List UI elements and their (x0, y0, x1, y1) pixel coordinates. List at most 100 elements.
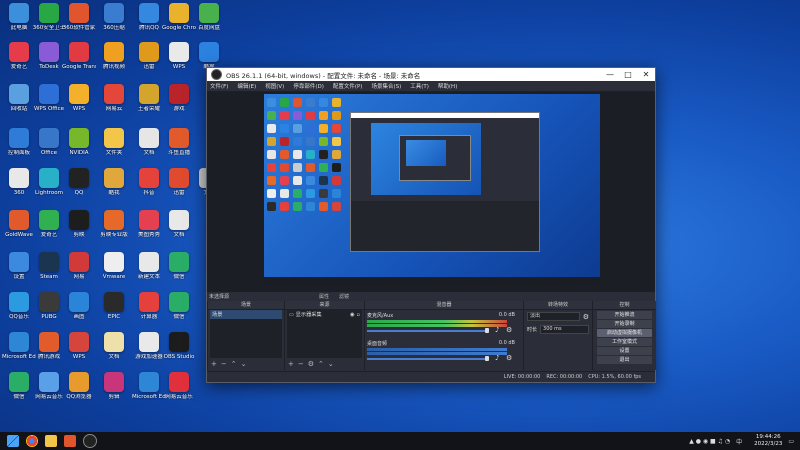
desktop-icon[interactable]: 控制面板 (4, 128, 34, 166)
exit-button[interactable]: 退出 (597, 356, 652, 364)
desktop-icon[interactable]: Google Chrome (162, 3, 196, 41)
desktop-icon[interactable]: QQ (64, 168, 94, 206)
desktop-icon[interactable]: 微信 (164, 292, 194, 330)
start-icon[interactable] (7, 435, 19, 447)
desktop-icon[interactable]: 360压缩 (99, 3, 129, 41)
remove-source-icon[interactable]: − (298, 360, 304, 368)
language-indicator[interactable]: 中 (736, 437, 742, 446)
lock-icon[interactable]: ▫ (356, 312, 360, 318)
desktop-icon[interactable]: 画图 (64, 292, 94, 330)
desktop-icon[interactable]: 微信 (164, 252, 194, 290)
chrome-icon[interactable] (26, 435, 38, 447)
move-down-icon[interactable]: ⌄ (241, 360, 247, 368)
desktop-icon[interactable]: Lightroom (34, 168, 64, 206)
minimize-icon[interactable]: — (601, 70, 619, 79)
desktop-icon[interactable]: 网易云音乐 (164, 372, 194, 410)
scene-item[interactable]: 场景 (210, 310, 282, 319)
desktop-icon[interactable]: NVIDIA (64, 128, 94, 166)
desktop-icon[interactable]: 网易云 (99, 84, 129, 122)
transition-select[interactable]: 淡出 (527, 312, 580, 321)
desktop-icon[interactable]: 酷我 (99, 168, 129, 206)
slider-handle[interactable] (485, 328, 489, 333)
close-icon[interactable]: ✕ (637, 70, 655, 79)
source-settings-icon[interactable]: ⚙ (308, 360, 314, 368)
desktop-icon[interactable]: 此电脑 (4, 3, 34, 41)
desktop-icon[interactable]: 360安全卫士 (33, 3, 65, 41)
clock[interactable]: 19:44:26 2022/3/23 (754, 434, 782, 448)
desktop-icon[interactable]: 360软件管家 (63, 3, 95, 41)
desktop-icon[interactable]: Microsoft Edge (2, 332, 36, 370)
properties-button[interactable]: 属性 (319, 293, 329, 300)
menu-file[interactable]: 文件(F) (210, 82, 228, 90)
desktop-icon[interactable]: 剪映 (64, 210, 94, 248)
speaker-icon[interactable]: ♪ (495, 326, 499, 334)
desktop-icon[interactable]: 游戏 (164, 84, 194, 122)
menu-edit[interactable]: 编辑(E) (237, 82, 256, 90)
desktop-icon[interactable]: 腾讯QQ (134, 3, 164, 41)
menu-docks[interactable]: 停靠部件(D) (293, 82, 324, 90)
desktop-icon[interactable]: 迅雷 (164, 168, 194, 206)
desktop-icon[interactable]: 文件夹 (99, 128, 129, 166)
desktop-icon[interactable]: 百度网盘 (194, 3, 224, 41)
file-explorer-icon[interactable] (45, 435, 57, 447)
transition-gear-icon[interactable]: ⚙ (583, 313, 589, 321)
notification-icon[interactable]: ▭ (788, 438, 794, 445)
desktop-icon[interactable]: WPS (164, 42, 194, 80)
gear-icon[interactable]: ⚙ (506, 354, 512, 362)
desktop-icon[interactable]: 迅雷 (134, 42, 164, 80)
menu-help[interactable]: 帮助(H) (438, 82, 457, 90)
desktop-icon[interactable]: 网易云音乐 (34, 372, 64, 410)
start-virtual-camera-button[interactable]: 启动虚拟摄像机 (597, 329, 652, 337)
desktop-icon[interactable]: 爱奇艺 (34, 210, 64, 248)
preview-area[interactable] (207, 92, 655, 292)
desktop-icon[interactable]: PUBG (34, 292, 64, 330)
desktop-icon[interactable]: 剪映专业版 (99, 210, 129, 248)
remove-scene-icon[interactable]: − (221, 360, 227, 368)
menu-scene-collection[interactable]: 场景集合(S) (371, 82, 401, 90)
desktop-icon[interactable]: 回收站 (4, 84, 34, 122)
desktop-icon[interactable]: QQ音乐 (4, 292, 34, 330)
desktop-icon[interactable]: WPS (64, 332, 94, 370)
desktop-icon[interactable]: 美图秀秀 (134, 210, 164, 248)
desktop-icon[interactable]: QQ浏览器 (64, 372, 94, 410)
desktop-icon[interactable]: 新建文本 (134, 252, 164, 290)
obs-titlebar[interactable]: OBS 26.1.1 (64-bit, windows) - 配置文件: 未命名… (207, 68, 655, 81)
sources-list[interactable]: ▭ 显示器采集 ◉ ▫ (287, 310, 362, 358)
add-scene-icon[interactable]: + (211, 360, 217, 368)
desktop-icon[interactable]: Office (34, 128, 64, 166)
volume-slider[interactable] (367, 330, 487, 332)
desktop-icon[interactable]: ToDesk (34, 42, 64, 80)
desktop-icon[interactable]: 文档 (99, 332, 129, 370)
move-down-icon[interactable]: ⌄ (328, 360, 334, 368)
tray-icons[interactable]: ▲ ● ◉ ■ ♫ ◔ (689, 438, 730, 445)
desktop-icon[interactable]: Google Translate (62, 42, 96, 80)
start-streaming-button[interactable]: 开始推流 (597, 311, 652, 319)
desktop-icon[interactable]: Vmware (99, 252, 129, 290)
desktop-icon[interactable]: 腾讯游戏 (34, 332, 64, 370)
menu-profile[interactable]: 配置文件(P) (333, 82, 363, 90)
desktop-icon[interactable]: GoldWave (4, 210, 34, 248)
desktop-icon[interactable]: 文档 (134, 128, 164, 166)
desktop-icon[interactable]: 微信 (4, 372, 34, 410)
desktop-icon[interactable]: 360 (4, 168, 34, 206)
desktop-icon[interactable]: Microsoft Edge (132, 372, 166, 410)
studio-mode-button[interactable]: 工作室模式 (597, 338, 652, 346)
desktop-icon[interactable]: 设置 (4, 252, 34, 290)
obs-taskbar-icon[interactable] (83, 434, 97, 448)
desktop-icon[interactable]: WPS Office (34, 84, 64, 122)
desktop-icon[interactable]: WPS (64, 84, 94, 122)
desktop-icon[interactable]: 网易 (64, 252, 94, 290)
desktop-icon[interactable]: 爱奇艺 (4, 42, 34, 80)
desktop-icon[interactable]: 王者荣耀 (134, 84, 164, 122)
desktop-icon[interactable]: 计算器 (134, 292, 164, 330)
desktop-icon[interactable]: 剪辑 (99, 372, 129, 410)
app-icon[interactable] (64, 435, 76, 447)
source-item[interactable]: ▭ 显示器采集 ◉ ▫ (287, 310, 362, 319)
gear-icon[interactable]: ⚙ (506, 326, 512, 334)
start-recording-button[interactable]: 开始录制 (597, 320, 652, 328)
visibility-icon[interactable]: ◉ (350, 312, 355, 318)
desktop-icon[interactable]: 腾讯视频 (99, 42, 129, 80)
filters-button[interactable]: 滤镜 (339, 293, 349, 300)
desktop-icon[interactable]: 游戏加速器 (134, 332, 164, 370)
duration-input[interactable]: 300 ms (540, 325, 589, 334)
